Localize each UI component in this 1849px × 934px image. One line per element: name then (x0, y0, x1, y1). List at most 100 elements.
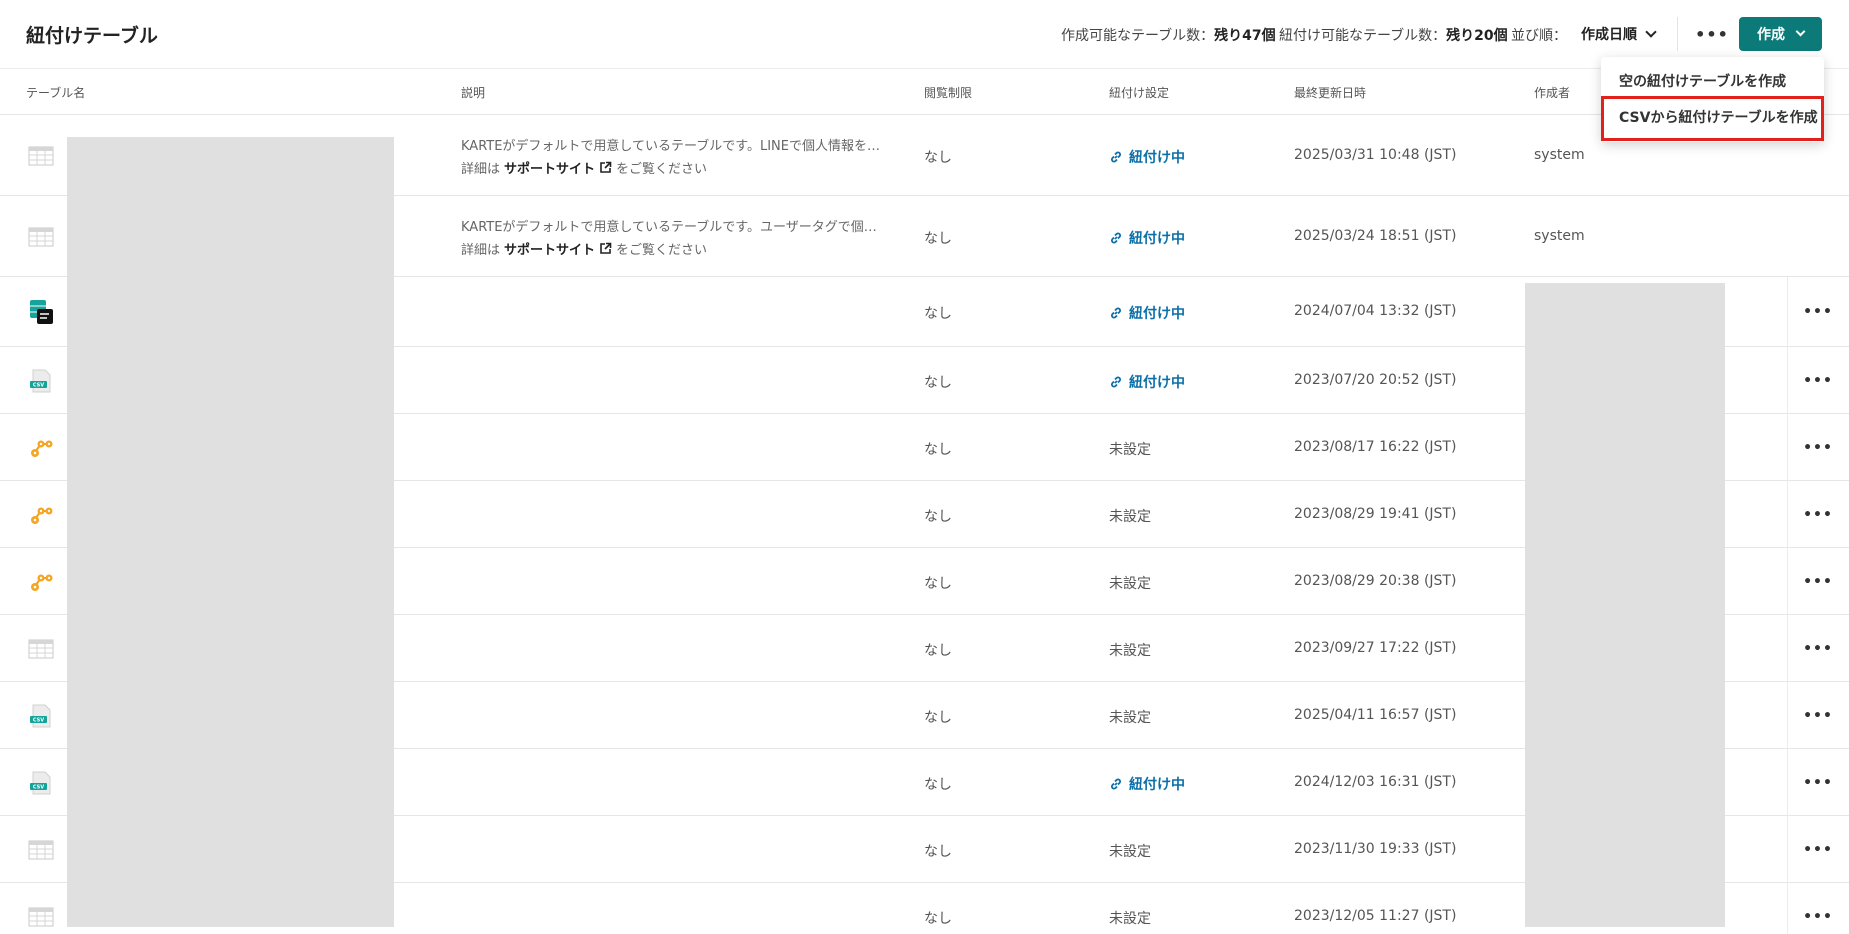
link-icon (1109, 150, 1123, 164)
create-empty-table-item[interactable]: 空の紐付けテーブルを作成 (1619, 71, 1786, 91)
row-more-button[interactable]: ••• (1798, 567, 1838, 597)
table-grid-icon (27, 223, 55, 251)
table-header: テーブル名 説明 閲覧制限 紐付け設定 最終更新日時 作成者 (0, 70, 1849, 115)
restriction: なし (924, 442, 952, 458)
sort-label: 並び順： (1511, 28, 1567, 44)
workflow-icon (27, 434, 55, 462)
sql-table-icon (27, 298, 55, 326)
restriction: なし (924, 231, 952, 247)
link-icon (1109, 777, 1123, 791)
restriction: なし (924, 911, 952, 927)
divider (1787, 481, 1788, 548)
divider (1787, 749, 1788, 816)
updated-at: 2024/07/04 13:32 (JST) (1294, 303, 1457, 319)
restriction: なし (924, 509, 952, 525)
workflow-icon (27, 501, 55, 529)
linkable-count: 紐付け可能なテーブル数：残り20個 (1279, 28, 1508, 44)
svg-text:CSV: CSV (33, 718, 44, 724)
redacted-authors (1525, 283, 1725, 927)
link-status: 未設定 (1109, 576, 1151, 592)
link-status: 未設定 (1109, 911, 1151, 927)
row-more-button[interactable]: ••• (1798, 366, 1838, 396)
column-header-updated[interactable]: 最終更新日時 (1294, 84, 1366, 101)
updated-at: 2023/09/27 17:22 (JST) (1294, 640, 1457, 656)
restriction: なし (924, 150, 952, 166)
column-header-restriction: 閲覧制限 (924, 86, 973, 100)
link-status: 未設定 (1109, 710, 1151, 726)
updated-at: 2023/08/17 16:22 (JST) (1294, 439, 1457, 455)
link-icon (1109, 231, 1123, 245)
row-more-button[interactable]: ••• (1798, 701, 1838, 731)
create-button[interactable]: 作成 (1739, 17, 1822, 51)
redacted-table-names (67, 137, 394, 927)
sort-select[interactable]: 作成日順 (1577, 17, 1659, 51)
divider (1677, 17, 1678, 51)
restriction: なし (924, 643, 952, 659)
updated-at: 2023/07/20 20:52 (JST) (1294, 372, 1457, 388)
row-more-button[interactable]: ••• (1798, 297, 1838, 327)
page-title: 紐付けテーブル (26, 25, 158, 47)
link-status: 未設定 (1109, 844, 1151, 860)
updated-at: 2024/12/03 16:31 (JST) (1294, 774, 1457, 790)
restriction: なし (924, 306, 952, 322)
updated-at: 2025/03/24 18:51 (JST) (1294, 228, 1457, 244)
table-grid-icon (27, 142, 55, 170)
table-grid-icon (27, 903, 55, 931)
link-status: 未設定 (1109, 509, 1151, 525)
author: system (1534, 228, 1585, 244)
author: system (1534, 147, 1585, 163)
restriction: なし (924, 710, 952, 726)
column-header-name[interactable]: テーブル名 (26, 84, 85, 101)
divider (1787, 682, 1788, 749)
updated-at: 2025/04/11 16:57 (JST) (1294, 707, 1457, 723)
highlight-box (1601, 96, 1824, 141)
divider (1787, 816, 1788, 883)
support-site-link[interactable]: サポートサイト (504, 158, 595, 177)
description: KARTEがデフォルトで用意しているテーブルです。LINEで個人情報を… 詳細はサ… (461, 139, 880, 177)
row-more-button[interactable]: ••• (1798, 835, 1838, 865)
csv-file-icon: CSV (27, 769, 55, 797)
restriction: なし (924, 576, 952, 592)
table-grid-icon (27, 836, 55, 864)
updated-at: 2023/08/29 19:41 (JST) (1294, 506, 1457, 522)
restriction: なし (924, 777, 952, 793)
divider (1787, 347, 1788, 414)
link-icon (1109, 306, 1123, 320)
creatable-count: 作成可能なテーブル数：残り47個 (1061, 28, 1276, 44)
updated-at: 2023/11/30 19:33 (JST) (1294, 841, 1457, 857)
more-options-button[interactable]: ••• (1694, 17, 1730, 51)
divider (1787, 277, 1788, 347)
row-more-button[interactable]: ••• (1798, 433, 1838, 463)
svg-text:CSV: CSV (33, 785, 44, 791)
divider (1787, 615, 1788, 682)
row-more-button[interactable]: ••• (1798, 902, 1838, 932)
link-status[interactable]: 紐付け中 (1109, 303, 1185, 323)
page-header: 紐付けテーブル 作成可能なテーブル数：残り47個 紐付け可能なテーブル数：残り2… (0, 0, 1849, 69)
link-status: 未設定 (1109, 643, 1151, 659)
updated-at: 2025/03/31 10:48 (JST) (1294, 147, 1457, 163)
row-more-button[interactable]: ••• (1798, 634, 1838, 664)
description: KARTEがデフォルトで用意しているテーブルです。ユーザータグで個… 詳細は サポー… (461, 220, 877, 258)
table-grid-icon (27, 635, 55, 663)
updated-at: 2023/08/29 20:38 (JST) (1294, 573, 1457, 589)
svg-text:CSV: CSV (33, 383, 44, 389)
csv-file-icon: CSV (27, 702, 55, 730)
row-more-button[interactable]: ••• (1798, 768, 1838, 798)
column-header-author: 作成者 (1534, 86, 1571, 100)
restriction: なし (924, 844, 952, 860)
row-more-button[interactable]: ••• (1798, 500, 1838, 530)
link-status[interactable]: 紐付け中 (1109, 372, 1185, 392)
external-link-icon (599, 161, 612, 174)
column-header-description: 説明 (461, 86, 486, 100)
divider (1787, 548, 1788, 615)
link-icon (1109, 375, 1123, 389)
link-status[interactable]: 紐付け中 (1109, 774, 1185, 794)
link-status[interactable]: 紐付け中 (1109, 147, 1185, 167)
csv-file-icon: CSV (27, 367, 55, 395)
divider (1787, 883, 1788, 934)
workflow-icon (27, 568, 55, 596)
link-status[interactable]: 紐付け中 (1109, 228, 1185, 248)
chevron-down-icon (1645, 25, 1657, 38)
support-site-link[interactable]: サポートサイト (504, 239, 595, 258)
external-link-icon (599, 242, 612, 255)
